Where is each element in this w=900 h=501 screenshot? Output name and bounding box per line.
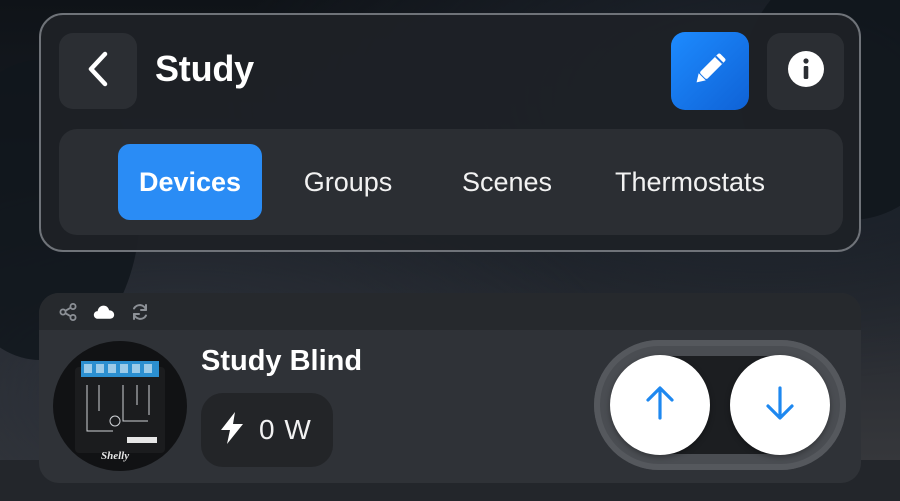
tab-label: Thermostats (614, 166, 766, 197)
info-button[interactable] (767, 33, 844, 110)
tab-label: Devices (138, 166, 242, 197)
power-readout: 0 W (201, 393, 333, 467)
tab-scenes[interactable]: Scenes (437, 144, 577, 220)
blind-control (594, 340, 846, 470)
lightning-bolt-icon (219, 411, 245, 450)
room-header-panel: Study Devices Groups Scenes Thermostats (39, 13, 861, 252)
tab-thermostats[interactable]: Thermostats (595, 144, 785, 220)
edit-button[interactable] (671, 32, 749, 110)
pencil-icon (690, 49, 730, 94)
device-name: Study Blind (201, 345, 363, 377)
tab-groups[interactable]: Groups (278, 144, 418, 220)
blind-up-button[interactable] (610, 355, 710, 455)
cloud-icon (93, 301, 115, 323)
device-status-bar (39, 293, 861, 330)
info-icon (787, 50, 825, 93)
device-image: Shelly (53, 341, 187, 471)
blind-down-button[interactable] (730, 355, 830, 455)
arrow-up-icon (644, 385, 676, 426)
tab-devices[interactable]: Devices (118, 144, 262, 220)
tab-label: Groups (303, 166, 393, 197)
arrow-down-icon (764, 385, 796, 426)
page-title: Study (155, 48, 255, 89)
power-value: 0 W (259, 414, 312, 445)
share-icon (57, 301, 79, 323)
chevron-left-icon (85, 51, 111, 92)
svg-text:Shelly: Shelly (101, 450, 129, 462)
sync-icon (129, 301, 151, 323)
back-button[interactable] (59, 33, 137, 109)
device-card[interactable]: Shelly Study Blind 0 W (39, 293, 861, 483)
section-tabs: Devices Groups Scenes Thermostats (59, 129, 843, 235)
tab-label: Scenes (461, 166, 553, 197)
